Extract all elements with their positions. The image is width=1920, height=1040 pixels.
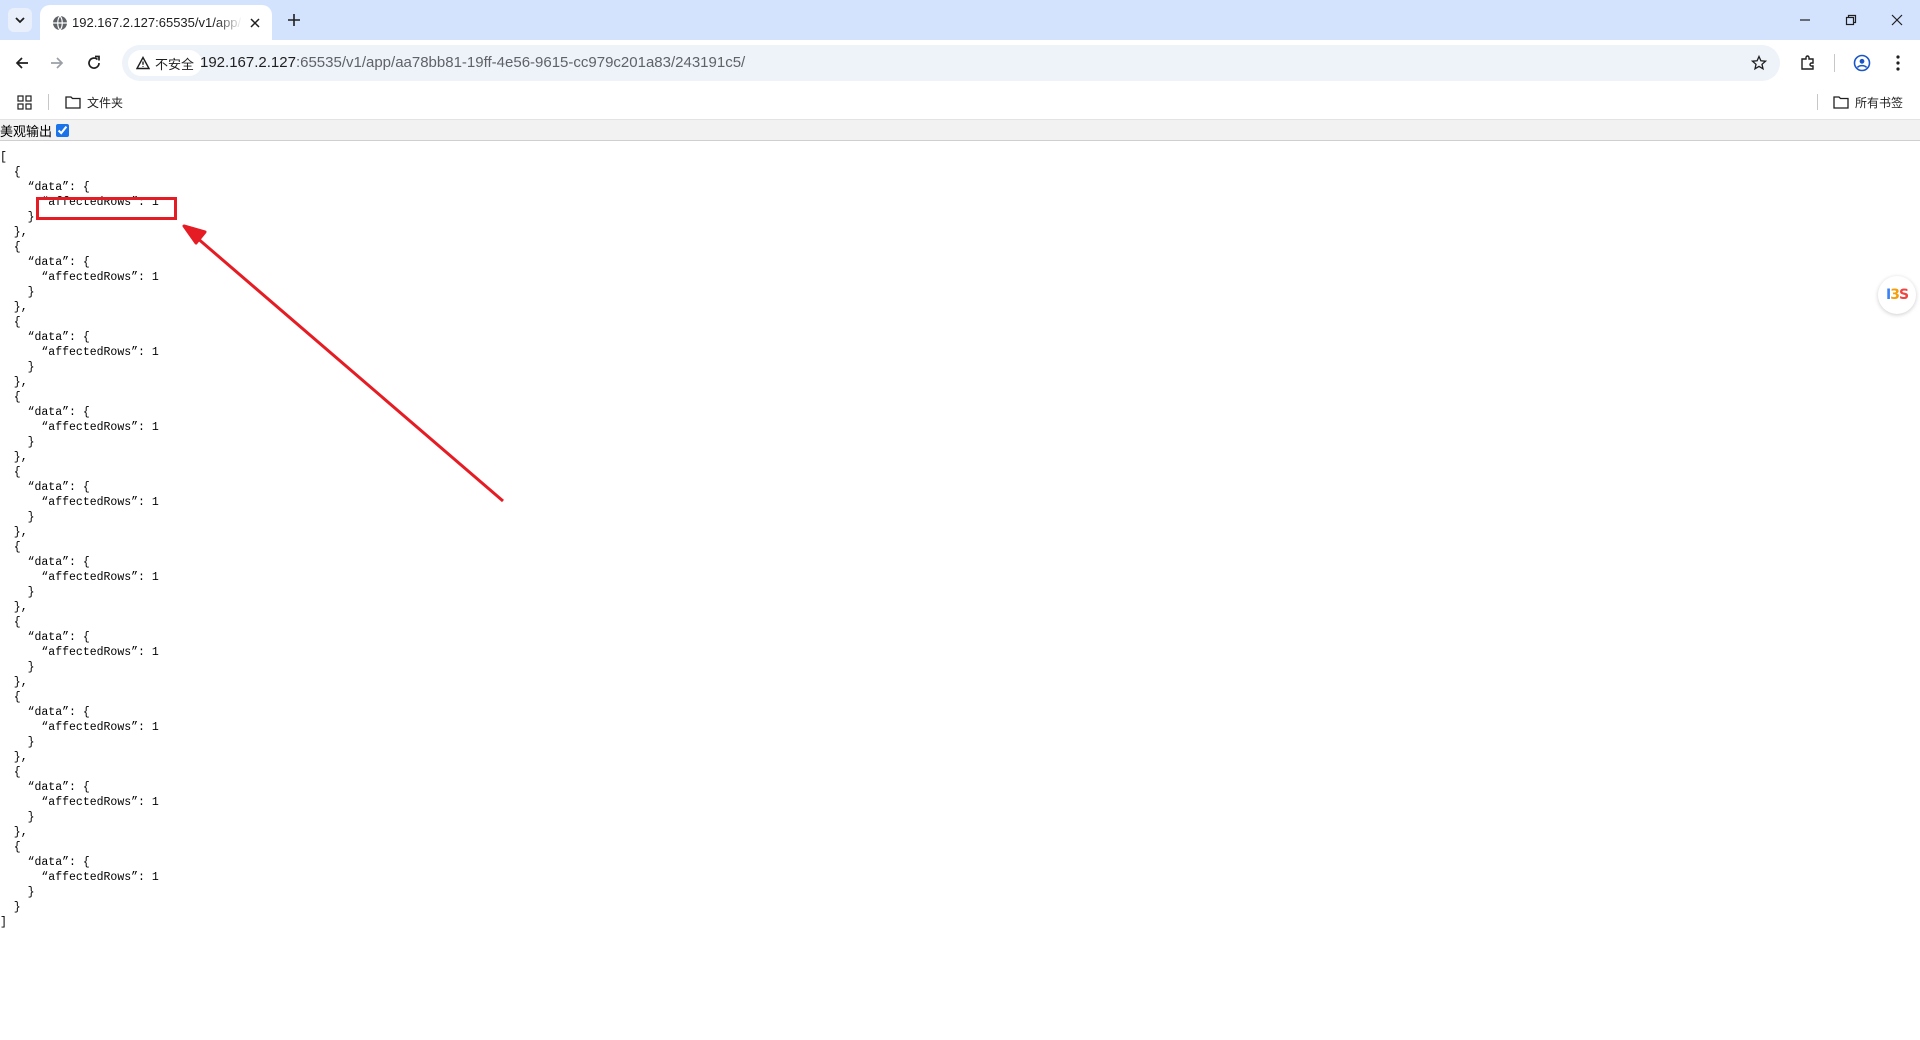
side-widget-button[interactable]: I3S (1878, 276, 1916, 314)
globe-icon (53, 15, 67, 31)
warning-icon (136, 56, 150, 70)
json-text: [ { “data”: { “affectedRows”: 1 } }, { “… (0, 151, 159, 929)
address-bar[interactable]: 不安全 192.167.2.127:65535/v1/app/aa78bb81-… (122, 45, 1780, 81)
apps-grid-icon (17, 94, 32, 110)
security-chip[interactable]: 不安全 (128, 50, 203, 76)
plus-icon (288, 14, 300, 26)
reload-button[interactable] (80, 49, 108, 77)
pretty-print-label: 美观输出 (0, 123, 53, 139)
star-icon (1751, 55, 1767, 71)
arrow-right-icon (51, 57, 64, 69)
back-button[interactable] (8, 49, 36, 77)
new-tab-button[interactable] (282, 8, 306, 32)
bookmarks-bar: 文件夹 所有书签 (0, 85, 1920, 120)
extensions-button[interactable] (1794, 49, 1822, 77)
highlight-box (36, 197, 177, 220)
close-icon (250, 18, 260, 28)
json-content: [ { “data”: { “affectedRows”: 1 } }, { “… (0, 150, 900, 950)
all-bookmarks-button[interactable]: 所有书签 (1833, 91, 1903, 113)
toolbar-divider (1834, 54, 1835, 72)
url-text[interactable]: 192.167.2.127:65535/v1/app/aa78bb81-19ff… (200, 54, 745, 71)
folder-icon (65, 96, 81, 109)
close-window-button[interactable] (1874, 0, 1920, 40)
bookmarks-divider (1817, 94, 1818, 110)
restore-button[interactable] (1828, 0, 1874, 40)
profile-button[interactable] (1848, 49, 1876, 77)
all-bookmarks-label: 所有书签 (1855, 95, 1904, 110)
reload-icon (88, 55, 100, 69)
bookmark-folder-label: 文件夹 (87, 95, 124, 110)
menu-button[interactable] (1884, 49, 1912, 77)
close-icon (1891, 14, 1903, 26)
restore-icon (1845, 14, 1857, 26)
tab-title: 192.167.2.127:65535/v1/app/aa78bb81-19ff… (72, 15, 242, 30)
bookmarks-divider (48, 94, 49, 110)
url-path: :65535/v1/app/aa78bb81-19ff-4e56-9615-cc… (295, 54, 746, 71)
close-tab-button[interactable] (246, 14, 264, 32)
json-viewer-bar: 美观输出 (0, 120, 1920, 141)
profile-icon (1853, 54, 1871, 72)
minimize-button[interactable] (1782, 0, 1828, 40)
pretty-print-checkbox[interactable] (56, 123, 70, 137)
browser-tab[interactable]: 192.167.2.127:65535/v1/app/aa78bb81-19ff… (40, 5, 272, 40)
puzzle-icon (1801, 55, 1814, 70)
arrow-left-icon (15, 57, 28, 69)
forward-button[interactable] (43, 49, 71, 77)
minimize-icon (1800, 19, 1810, 21)
bookmark-folder[interactable]: 文件夹 (65, 91, 123, 113)
side-widget-logo: I3S (1885, 287, 1909, 303)
tab-search-button[interactable] (8, 8, 32, 32)
url-host: 192.167.2.127 (200, 54, 296, 71)
folder-icon (1833, 96, 1849, 109)
browser-toolbar: 不安全 192.167.2.127:65535/v1/app/aa78bb81-… (0, 40, 1920, 85)
bookmark-star-button[interactable] (1748, 52, 1770, 74)
more-vert-icon (1896, 55, 1900, 71)
tab-strip: 192.167.2.127:65535/v1/app/aa78bb81-19ff… (0, 0, 1920, 40)
chevron-down-icon (15, 17, 25, 24)
apps-button[interactable] (17, 91, 32, 113)
security-label: 不安全 (155, 56, 195, 72)
